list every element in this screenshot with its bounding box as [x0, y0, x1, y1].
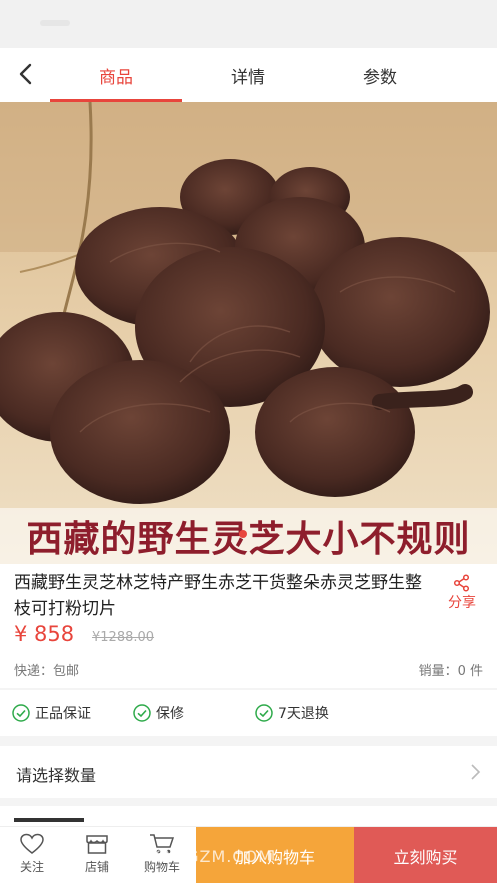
guarantee-row: 正品保证 保修 7天退换	[0, 690, 497, 736]
buy-now-button[interactable]: 立刻购买	[354, 827, 497, 883]
status-bar	[0, 0, 497, 48]
sales-count: 销量：0 件	[418, 664, 483, 679]
tab-goods[interactable]: 商品	[50, 48, 182, 102]
check-circle-icon	[255, 704, 273, 722]
tab-params[interactable]: 参数	[314, 48, 446, 102]
carousel-indicator[interactable]	[239, 530, 247, 538]
guarantee-warranty: 保修	[133, 703, 184, 723]
current-price: ¥ 858	[14, 622, 75, 646]
share-icon	[453, 574, 470, 592]
guarantee-label: 正品保证	[35, 706, 91, 722]
check-circle-icon	[12, 704, 30, 722]
heart-icon	[20, 833, 44, 854]
guarantee-return: 7天退换	[255, 703, 329, 723]
top-navigation: 商品 详情 参数	[0, 48, 497, 102]
back-arrow-icon	[19, 63, 32, 85]
follow-label: 关注	[19, 860, 44, 874]
image-caption: 西藏的野生灵芝大小不规则	[0, 508, 497, 564]
check-circle-icon	[133, 704, 151, 722]
product-info: 西藏野生灵芝林芝特产野生赤芝干货整朵赤灵芝野生整枝可打粉切片 分享 ¥ 858 …	[0, 564, 497, 688]
shop-button[interactable]: 店铺	[70, 833, 124, 881]
section-marker	[14, 818, 84, 822]
product-image[interactable]: 西藏的野生灵芝大小不规则	[0, 102, 497, 564]
chevron-right-icon	[471, 764, 481, 780]
shop-label: 店铺	[84, 860, 109, 874]
guarantee-label: 7天退换	[278, 706, 329, 722]
lingzhi-photo	[0, 102, 497, 564]
quantity-label: 请选择数量	[16, 766, 97, 785]
back-button[interactable]	[10, 58, 42, 90]
original-price: ¥1288.00	[92, 630, 155, 645]
guarantee-authentic: 正品保证	[12, 703, 91, 723]
watermark: KANGZM.COM	[150, 847, 273, 866]
product-title: 西藏野生灵芝林芝特产野生赤芝干货整朵赤灵芝野生整枝可打粉切片	[14, 573, 422, 619]
shipping-info: 快递：包邮	[14, 664, 80, 679]
status-bar-placeholder	[40, 20, 70, 26]
tab-details[interactable]: 详情	[182, 48, 314, 102]
share-button[interactable]: 分享	[440, 574, 484, 612]
quantity-selector[interactable]: 请选择数量	[0, 746, 497, 798]
guarantee-label: 保修	[156, 706, 184, 722]
store-icon	[86, 835, 108, 854]
share-label: 分享	[448, 595, 476, 611]
bottom-action-bar: 关注 店铺 购物车 加入购物车 立刻购买 KANGZM.COM	[0, 826, 497, 883]
follow-button[interactable]: 关注	[5, 833, 59, 881]
next-section-peek	[0, 806, 497, 826]
